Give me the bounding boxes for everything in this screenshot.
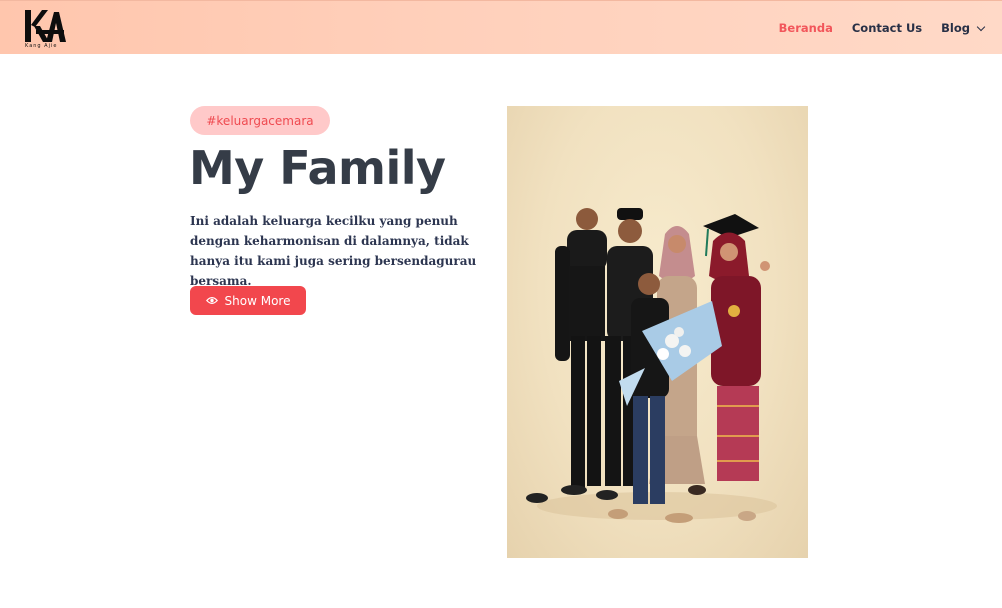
eye-icon xyxy=(205,297,218,304)
hashtag-badge: #keluargacemara xyxy=(190,106,330,135)
family-photo xyxy=(507,106,808,558)
show-more-label: Show More xyxy=(224,293,291,308)
site-header: Kang Ajie Beranda Contact Us Blog xyxy=(0,0,1002,54)
main-nav: Beranda Contact Us Blog xyxy=(779,1,986,55)
chevron-down-icon[interactable] xyxy=(976,22,986,31)
page-title: My Family xyxy=(189,141,446,195)
logo-subtext: Kang Ajie xyxy=(25,43,58,49)
family-photo-illustration xyxy=(526,208,777,523)
hero-description: Ini adalah keluarga kecilku yang penuh d… xyxy=(190,214,477,288)
nav-item-blog[interactable]: Blog xyxy=(941,21,986,35)
nav-item-beranda[interactable]: Beranda xyxy=(779,21,833,35)
nav-item-contact-us[interactable]: Contact Us xyxy=(852,21,922,35)
show-more-button[interactable]: Show More xyxy=(190,286,306,315)
nav-item-blog-label[interactable]: Blog xyxy=(941,21,970,35)
